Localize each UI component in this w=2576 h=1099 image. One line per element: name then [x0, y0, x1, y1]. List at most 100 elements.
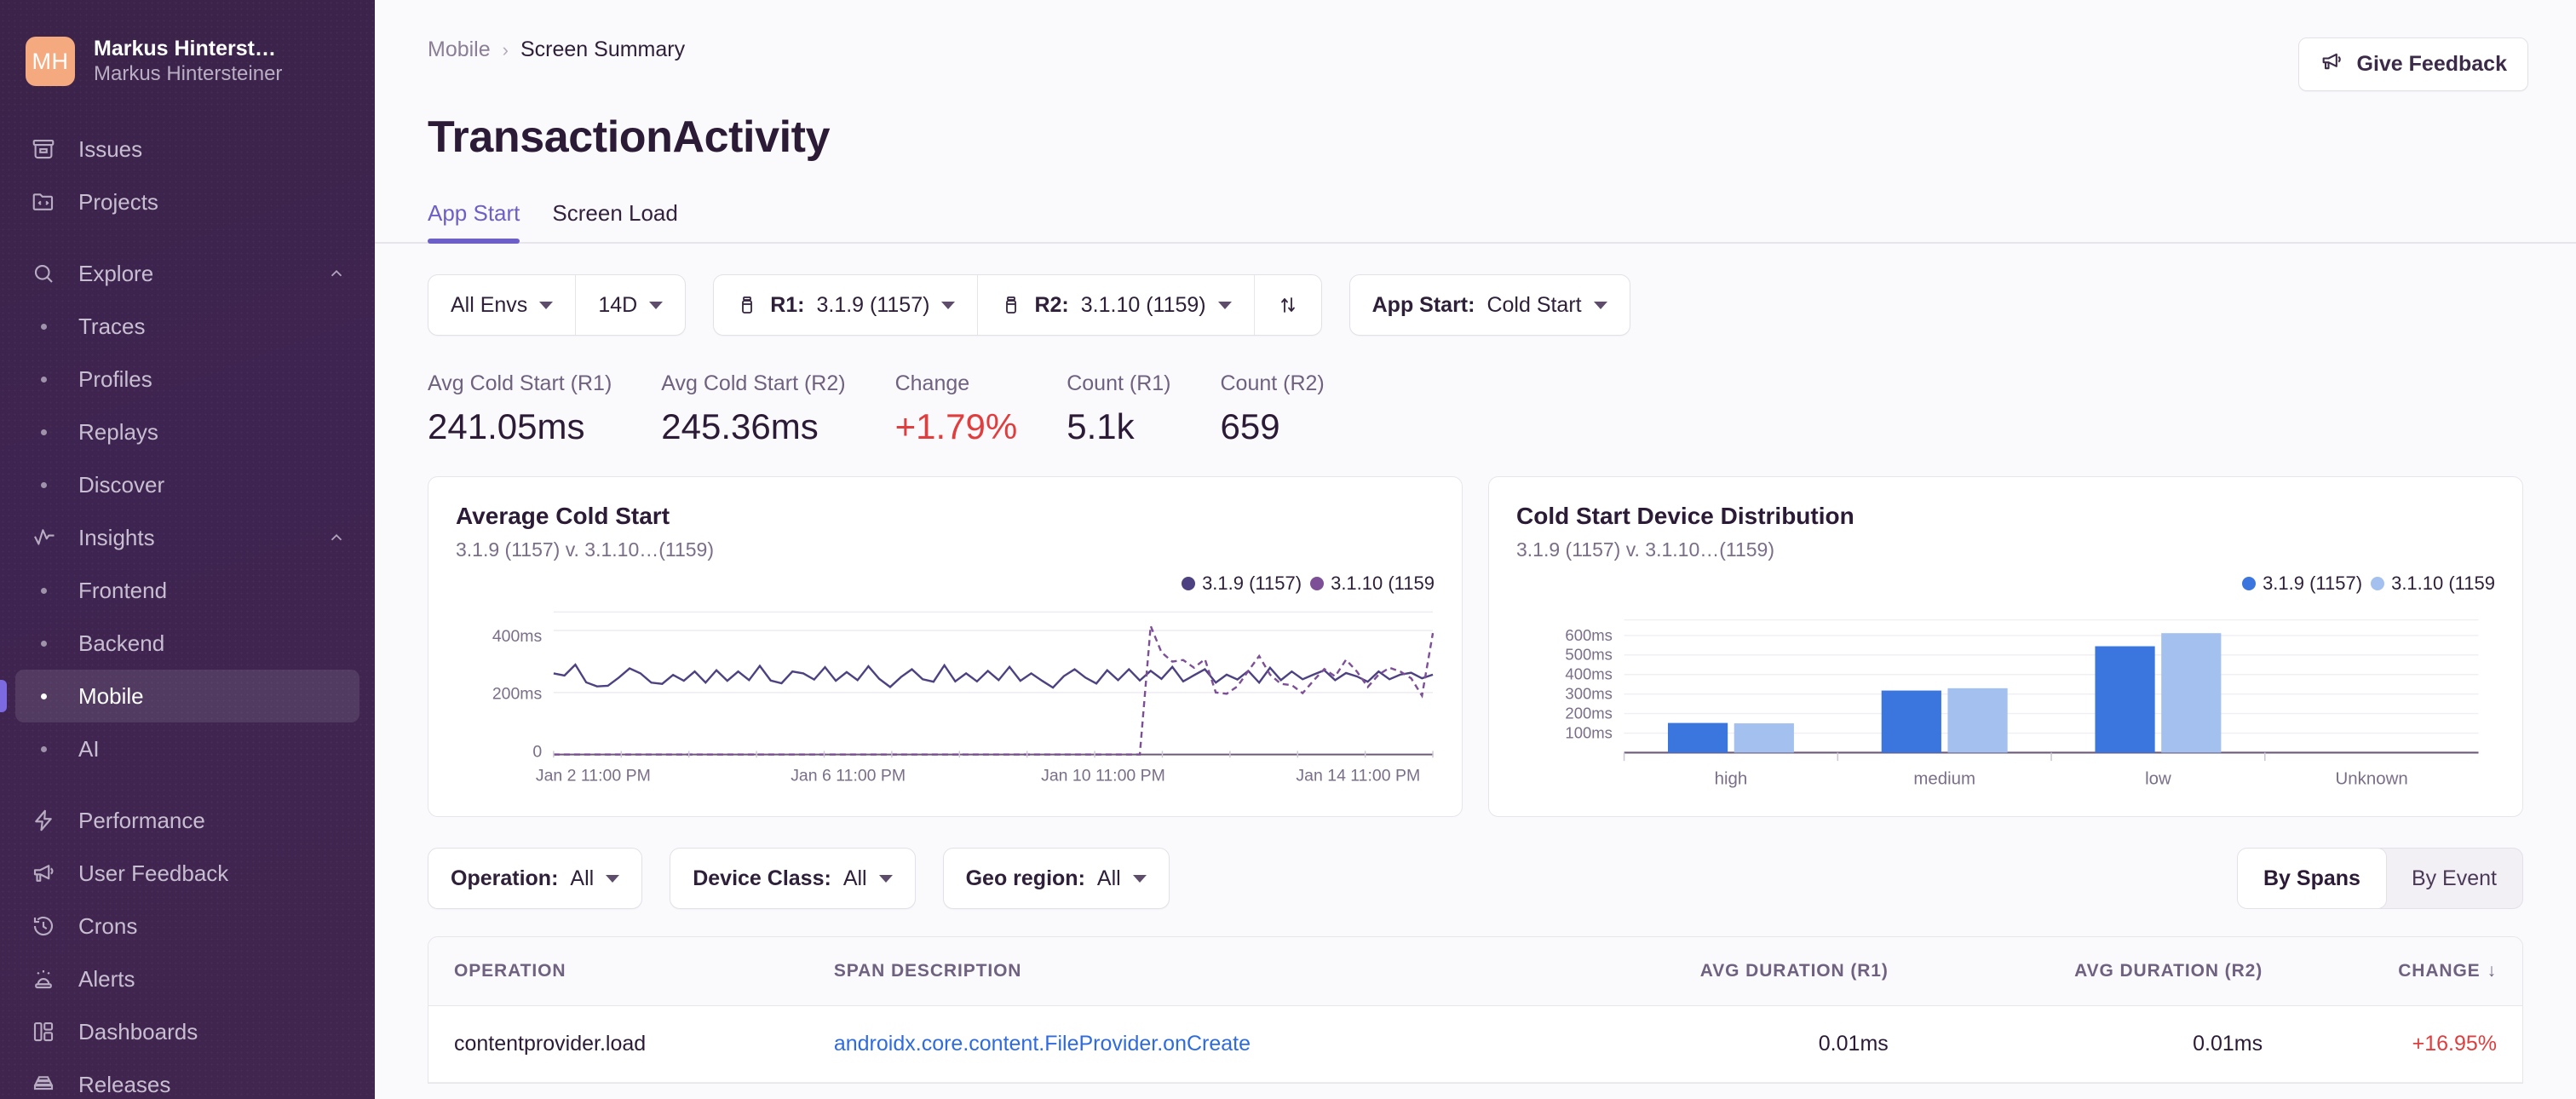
top-bar: Mobile › Screen Summary Give Feedback	[375, 0, 2576, 91]
releases-icon	[29, 1070, 58, 1099]
tab-bar: App Start Screen Load	[375, 163, 2576, 244]
sidebar-item-crons[interactable]: Crons	[15, 900, 359, 952]
chart-average-cold-start: Average Cold Start 3.1.9 (1157) v. 3.1.1…	[428, 476, 1463, 817]
geo-region-selector[interactable]: Geo region: All	[944, 849, 1169, 908]
toggle-by-spans[interactable]: By Spans	[2238, 849, 2387, 908]
sidebar-item-profiles[interactable]: Profiles	[15, 353, 359, 406]
column-avg-duration-r2[interactable]: AVG DURATION (R2)	[1913, 937, 2289, 1006]
legend-swatch-icon	[1310, 577, 1325, 590]
nav-divider-1	[0, 228, 375, 247]
spans-table: OPERATION SPAN DESCRIPTION AVG DURATION …	[428, 936, 2523, 1084]
sidebar-item-dashboards[interactable]: Dashboards	[15, 1005, 359, 1058]
sidebar-item-replays[interactable]: Replays	[15, 406, 359, 458]
sidebar-item-frontend[interactable]: Frontend	[15, 564, 359, 617]
org-switcher[interactable]: MH Markus Hinterst… Markus Hintersteiner	[0, 29, 375, 94]
time-period-selector[interactable]: 14D	[575, 275, 685, 335]
sidebar-item-label: Issues	[78, 135, 143, 162]
tab-app-start[interactable]: App Start	[428, 200, 520, 244]
sidebar-item-ai[interactable]: AI	[15, 722, 359, 775]
device-class-prefix: Device Class:	[693, 866, 831, 890]
operation-selector[interactable]: Operation: All	[428, 849, 641, 908]
legend-swatch-icon	[1182, 577, 1196, 590]
device-class-selector[interactable]: Device Class: All	[670, 849, 914, 908]
sidebar-group-explore[interactable]: Explore	[15, 247, 359, 300]
app-start-selector[interactable]: App Start: Cold Start	[1350, 275, 1630, 335]
cell-avg-duration-r2: 0.01ms	[1913, 1005, 2289, 1083]
table-row[interactable]: contentprovider.load androidx.core.conte…	[428, 1005, 2522, 1083]
cell-span-description[interactable]: androidx.core.content.FileProvider.onCre…	[808, 1005, 1540, 1083]
give-feedback-label: Give Feedback	[2356, 52, 2507, 76]
sidebar-item-issues[interactable]: Issues	[15, 123, 359, 175]
breadcrumb-current: Screen Summary	[520, 37, 686, 61]
sidebar-item-user-feedback[interactable]: User Feedback	[15, 847, 359, 900]
metric-value: 5.1k	[1067, 406, 1135, 446]
cell-avg-duration-r1: 0.01ms	[1539, 1005, 1914, 1083]
sidebar-item-label: Alerts	[78, 965, 135, 992]
siren-icon	[29, 964, 58, 993]
legend-item[interactable]: 3.1.9 (1157)	[1182, 573, 1302, 595]
environment-label: All Envs	[451, 292, 528, 317]
bullet-icon	[29, 640, 58, 647]
column-operation[interactable]: OPERATION	[428, 937, 808, 1006]
chevron-up-icon	[327, 264, 346, 283]
environment-selector[interactable]: All Envs	[428, 275, 575, 335]
give-feedback-button[interactable]: Give Feedback	[2297, 37, 2528, 91]
sidebar-item-projects[interactable]: Projects	[15, 175, 359, 228]
release-r1-value: 3.1.9 (1157)	[816, 292, 930, 317]
column-change[interactable]: CHANGE ↓	[2288, 937, 2522, 1006]
cell-change: +16.95%	[2288, 1005, 2522, 1083]
release-r2-selector[interactable]: R2: 3.1.10 (1159)	[977, 275, 1253, 335]
chevron-down-icon	[649, 301, 664, 309]
metric-value: 241.05ms	[428, 406, 585, 446]
sidebar-item-releases[interactable]: Releases	[15, 1058, 359, 1099]
sidebar-item-traces[interactable]: Traces	[15, 300, 359, 353]
swap-releases-button[interactable]	[1253, 275, 1321, 335]
breadcrumb-parent[interactable]: Mobile	[428, 37, 491, 62]
nav-divider-2	[0, 775, 375, 794]
sidebar-item-label: Projects	[78, 188, 158, 215]
sidebar-item-label: Frontend	[78, 577, 168, 603]
metric-value: 245.36ms	[661, 406, 819, 446]
bullet-icon	[29, 376, 58, 383]
span-description-link[interactable]: androidx.core.content.FileProvider.onCre…	[834, 1032, 1251, 1056]
chart-title: Cold Start Device Distribution	[1516, 503, 1854, 529]
svg-text:Jan 14 11:00 PM: Jan 14 11:00 PM	[1296, 767, 1420, 785]
issues-icon	[29, 135, 58, 164]
sidebar-item-label: Replays	[78, 418, 158, 445]
svg-text:200ms: 200ms	[1565, 704, 1613, 722]
column-avg-duration-r1[interactable]: AVG DURATION (R1)	[1539, 937, 1914, 1006]
sidebar-item-backend[interactable]: Backend	[15, 617, 359, 670]
sidebar-item-performance[interactable]: Performance	[15, 794, 359, 847]
svg-text:400ms: 400ms	[492, 627, 543, 646]
release-r1-selector[interactable]: R1: 3.1.9 (1157)	[714, 275, 977, 335]
sidebar-item-label: Performance	[78, 807, 205, 833]
sidebar-item-mobile[interactable]: Mobile	[0, 670, 359, 722]
metric-label: Avg Cold Start (R2)	[661, 371, 846, 395]
metric-change: Change +1.79%	[895, 371, 1067, 447]
view-mode-toggle: By Spans By Event	[2237, 848, 2523, 909]
legend-swatch-icon	[2371, 577, 2385, 590]
chart-cold-start-device-distribution: Cold Start Device Distribution 3.1.9 (11…	[1488, 476, 2523, 817]
sidebar-item-alerts[interactable]: Alerts	[15, 952, 359, 1005]
metric-value: 659	[1220, 406, 1280, 446]
column-span-description[interactable]: SPAN DESCRIPTION	[808, 937, 1540, 1006]
app-start-prefix: App Start:	[1371, 292, 1475, 317]
bullet-icon	[29, 481, 58, 488]
sidebar: MH Markus Hinterst… Markus Hintersteiner…	[0, 0, 375, 1099]
legend-item[interactable]: 3.1.10 (1159	[2371, 573, 2495, 595]
legend-label: 3.1.10 (1159	[1331, 573, 1435, 594]
chevron-down-icon	[941, 301, 956, 309]
toggle-by-event[interactable]: By Event	[2386, 849, 2522, 908]
tab-screen-load[interactable]: Screen Load	[552, 200, 677, 242]
metric-avg-cold-start-r1: Avg Cold Start (R1) 241.05ms	[428, 371, 661, 447]
chevron-down-icon	[878, 874, 893, 883]
chevron-down-icon	[1593, 301, 1607, 309]
legend-item[interactable]: 3.1.9 (1157)	[2242, 573, 2362, 595]
legend-item[interactable]: 3.1.10 (1159	[1310, 573, 1435, 595]
svg-text:Jan 6 11:00 PM: Jan 6 11:00 PM	[791, 767, 906, 785]
sidebar-item-label: Insights	[78, 524, 155, 550]
metric-label: Count (R1)	[1067, 371, 1171, 395]
sidebar-group-insights[interactable]: Insights	[15, 511, 359, 564]
metric-label: Change	[894, 371, 970, 395]
sidebar-item-discover[interactable]: Discover	[15, 458, 359, 511]
